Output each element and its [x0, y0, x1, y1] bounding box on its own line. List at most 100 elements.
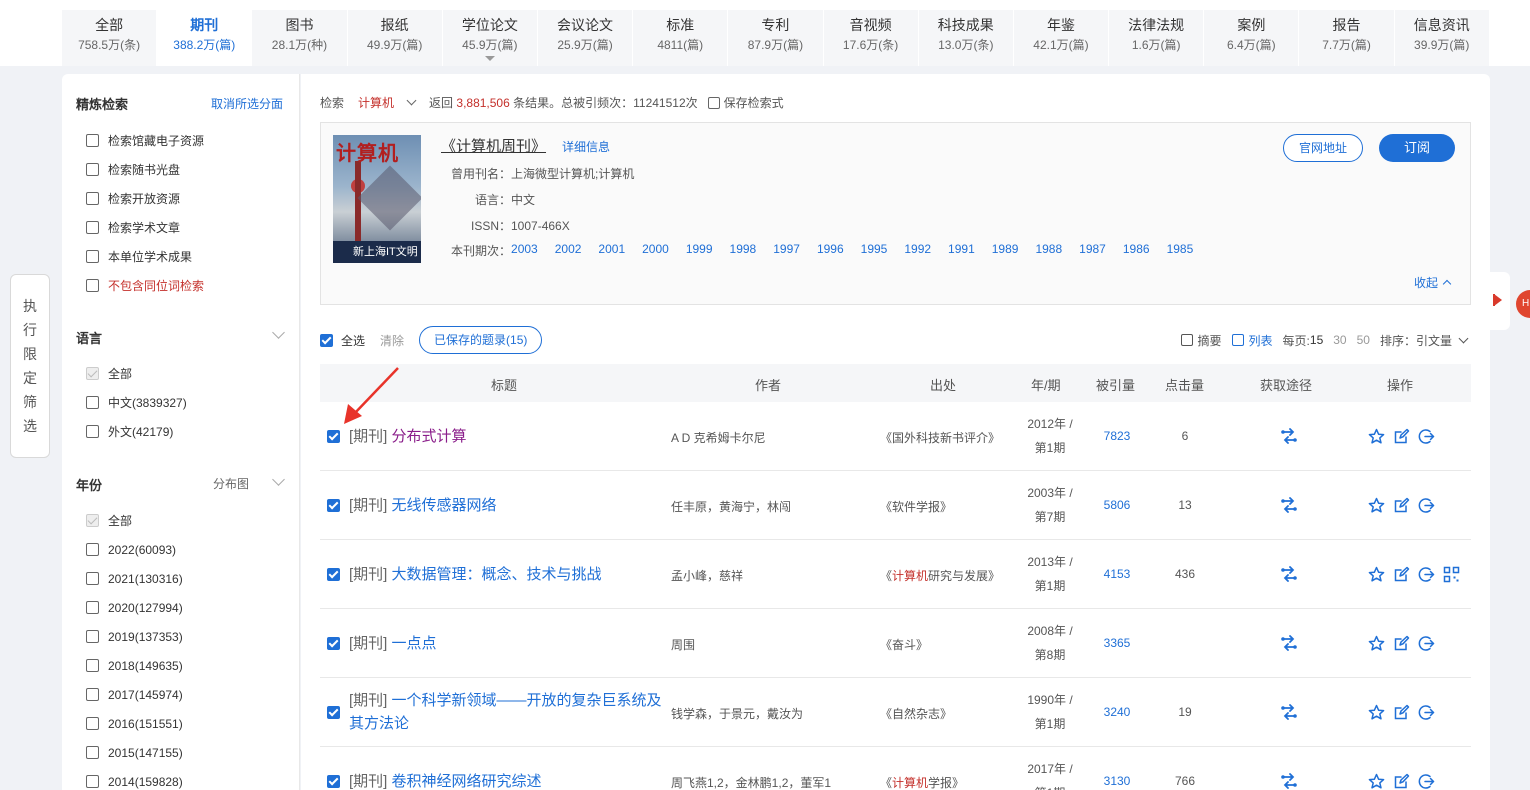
- cite-count[interactable]: 3240: [1090, 705, 1144, 719]
- source-link[interactable]: 《自然杂志》: [880, 705, 952, 722]
- favorite-icon[interactable]: [1368, 428, 1393, 448]
- execute-filter-button[interactable]: 执行限定筛选: [10, 274, 50, 458]
- journal-year-link[interactable]: 1992: [904, 242, 931, 259]
- facet-option[interactable]: 2017(145974): [86, 680, 183, 709]
- qr-code-icon[interactable]: [1443, 566, 1468, 586]
- journal-year-link[interactable]: 1997: [773, 242, 800, 259]
- facet-checkbox[interactable]: [86, 425, 99, 438]
- journal-year-link[interactable]: 1987: [1079, 242, 1106, 259]
- journal-year-link[interactable]: 1996: [817, 242, 844, 259]
- tab-11[interactable]: 法律法规 1.6万(篇): [1109, 10, 1205, 66]
- facet-checkbox[interactable]: [86, 514, 99, 527]
- journal-name[interactable]: 《计算机周刊》: [441, 135, 546, 156]
- cite-count[interactable]: 4153: [1090, 567, 1144, 581]
- journal-year-link[interactable]: 2002: [555, 242, 582, 259]
- facet-checkbox[interactable]: [86, 659, 99, 672]
- note-edit-icon[interactable]: [1393, 566, 1418, 586]
- note-edit-icon[interactable]: [1393, 635, 1418, 655]
- note-edit-icon[interactable]: [1393, 497, 1418, 517]
- row-checkbox[interactable]: [327, 430, 340, 443]
- row-checkbox[interactable]: [327, 706, 340, 719]
- favorite-icon[interactable]: [1368, 773, 1393, 790]
- facet-checkbox[interactable]: [86, 572, 99, 585]
- saved-records-button[interactable]: 已保存的题录(15): [419, 326, 543, 354]
- favorite-icon[interactable]: [1368, 497, 1393, 517]
- facet-checkbox[interactable]: [86, 601, 99, 614]
- tab-0[interactable]: 全部 758.5万(条): [62, 10, 158, 66]
- source-link[interactable]: 《奋斗》: [880, 636, 928, 653]
- favorite-icon[interactable]: [1368, 704, 1393, 724]
- facet-option[interactable]: 检索随书光盘: [86, 155, 204, 184]
- abstract-view-icon[interactable]: [1180, 334, 1193, 346]
- export-icon[interactable]: [1418, 704, 1443, 724]
- export-icon[interactable]: [1418, 773, 1443, 790]
- export-icon[interactable]: [1418, 428, 1443, 448]
- side-expand-arrow-icon[interactable]: [1494, 294, 1502, 306]
- tab-12[interactable]: 案例 6.4万(篇): [1204, 10, 1300, 66]
- journal-year-link[interactable]: 2003: [511, 242, 538, 259]
- access-route-icon[interactable]: [1280, 635, 1297, 651]
- chevron-down-icon[interactable]: [406, 95, 417, 106]
- favorite-icon[interactable]: [1368, 635, 1393, 655]
- journal-year-link[interactable]: 1989: [992, 242, 1019, 259]
- journal-year-link[interactable]: 1986: [1123, 242, 1150, 259]
- collapse-button[interactable]: 收起: [1414, 274, 1452, 291]
- author-list[interactable]: 孟小峰，慈祥: [671, 567, 743, 584]
- favorite-icon[interactable]: [1368, 566, 1393, 586]
- access-route-icon[interactable]: [1280, 497, 1297, 513]
- journal-cover[interactable]: 计算机 新上海IT文明: [333, 135, 421, 263]
- facet-option[interactable]: 2022(60093): [86, 535, 183, 564]
- save-query-link[interactable]: 保存检索式: [724, 94, 784, 111]
- distribution-link[interactable]: 分布图: [213, 475, 249, 492]
- tab-7[interactable]: 专利 87.9万(篇): [728, 10, 824, 66]
- source-link[interactable]: 《计算机学报》: [880, 774, 964, 790]
- language-chevron-icon[interactable]: [272, 326, 285, 339]
- facet-checkbox[interactable]: [86, 775, 99, 788]
- tab-9[interactable]: 科技成果 13.0万(条): [918, 10, 1014, 66]
- facet-option[interactable]: 2019(137353): [86, 622, 183, 651]
- journal-year-link[interactable]: 1988: [1035, 242, 1062, 259]
- facet-option[interactable]: 2016(151551): [86, 709, 183, 738]
- result-title[interactable]: [期刊] 卷积神经网络研究综述: [349, 770, 669, 790]
- facet-option[interactable]: 全部: [86, 506, 183, 535]
- result-title[interactable]: [期刊] 分布式计算: [349, 425, 669, 448]
- clear-button[interactable]: 清除: [380, 332, 404, 349]
- cite-count[interactable]: 3365: [1090, 636, 1144, 650]
- result-title[interactable]: [期刊] 一点点: [349, 632, 669, 655]
- journal-year-link[interactable]: 1998: [730, 242, 757, 259]
- author-list[interactable]: 周围: [671, 636, 695, 653]
- access-route-icon[interactable]: [1280, 773, 1297, 789]
- export-icon[interactable]: [1418, 566, 1443, 586]
- export-icon[interactable]: [1418, 635, 1443, 655]
- subscribe-button[interactable]: 订阅: [1379, 134, 1455, 162]
- select-all-checkbox[interactable]: [320, 333, 333, 347]
- author-list[interactable]: 周飞燕1,2，金林鹏1,2，董军1: [671, 774, 831, 790]
- row-checkbox[interactable]: [327, 775, 340, 788]
- page-size-50[interactable]: 50: [1357, 333, 1370, 347]
- result-title[interactable]: [期刊] 无线传感器网络: [349, 494, 669, 517]
- query-keyword[interactable]: 计算机: [358, 94, 394, 111]
- tab-10[interactable]: 年鉴 42.1万(篇): [1013, 10, 1110, 66]
- facet-checkbox[interactable]: [86, 630, 99, 643]
- note-edit-icon[interactable]: [1393, 704, 1418, 724]
- author-list[interactable]: 任丰原，黄海宁，林闯: [671, 498, 791, 515]
- facet-option[interactable]: 中文(3839327): [86, 388, 187, 417]
- source-link[interactable]: 《软件学报》: [880, 498, 952, 515]
- journal-year-link[interactable]: 1995: [861, 242, 888, 259]
- facet-checkbox[interactable]: [86, 192, 99, 205]
- journal-year-link[interactable]: 1991: [948, 242, 975, 259]
- facet-checkbox[interactable]: [86, 279, 99, 292]
- select-all-label[interactable]: 全选: [341, 332, 365, 349]
- facet-option[interactable]: 检索馆藏电子资源: [86, 126, 204, 155]
- cite-count[interactable]: 3130: [1090, 774, 1144, 788]
- facet-checkbox[interactable]: [86, 163, 99, 176]
- tab-14[interactable]: 信息资讯 39.9万(篇): [1394, 10, 1490, 66]
- export-icon[interactable]: [1418, 497, 1443, 517]
- journal-detail-link[interactable]: 详细信息: [562, 138, 610, 155]
- cite-count[interactable]: 7823: [1090, 429, 1144, 443]
- facet-option[interactable]: 不包含同位词检索: [86, 271, 204, 300]
- facet-checkbox[interactable]: [86, 688, 99, 701]
- sort-value[interactable]: 引文量: [1416, 332, 1452, 349]
- tab-2[interactable]: 图书 28.1万(种): [252, 10, 348, 66]
- row-checkbox[interactable]: [327, 637, 340, 650]
